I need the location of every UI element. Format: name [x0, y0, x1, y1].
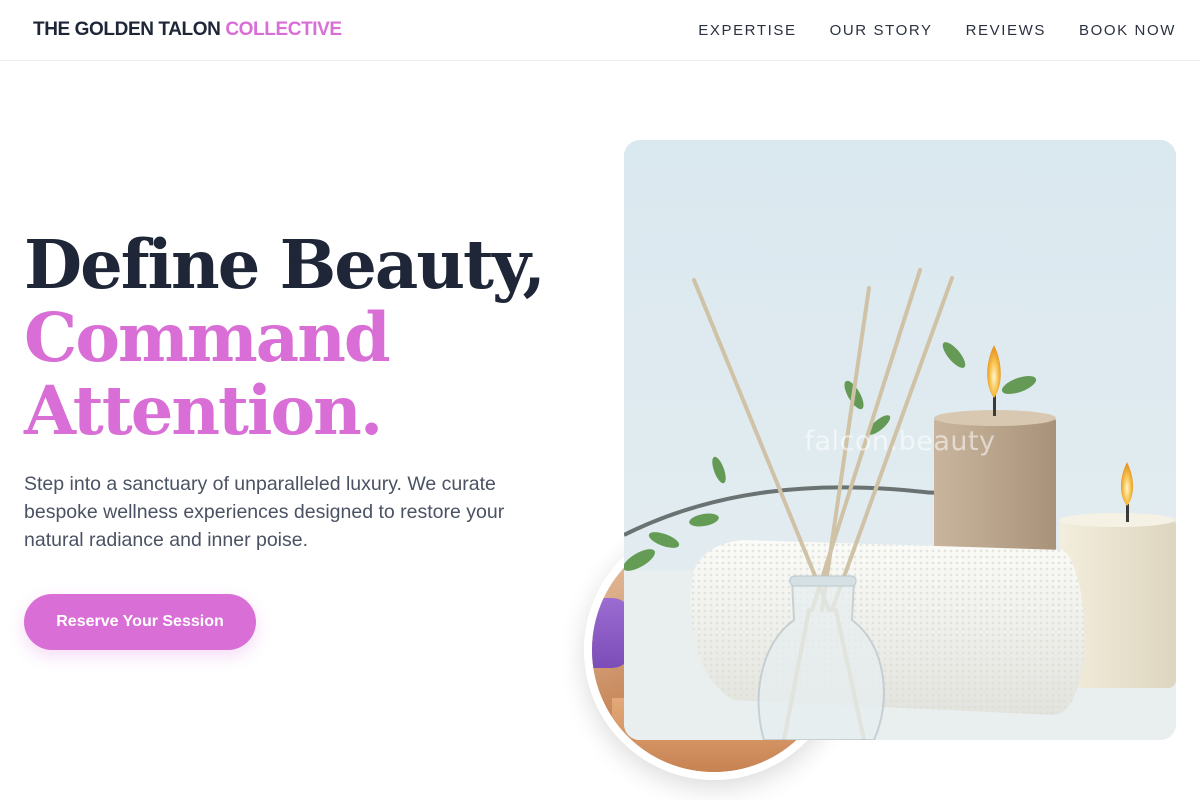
- hero-subtitle: Step into a sanctuary of unparalleled lu…: [24, 473, 505, 551]
- reserve-session-button[interactable]: Reserve Your Session: [24, 594, 256, 650]
- brand-accent: COLLECTIVE: [225, 19, 342, 40]
- nav-expertise[interactable]: EXPERTISE: [698, 22, 796, 39]
- headline-line-2: Command: [24, 298, 391, 377]
- brand-name: THE GOLDEN TALON: [33, 19, 221, 40]
- page: THE GOLDEN TALON COLLECTIVE EXPERTISE OU…: [0, 0, 1200, 800]
- main-nav: EXPERTISE OUR STORY REVIEWS BOOK NOW: [698, 22, 1176, 39]
- site-header: THE GOLDEN TALON COLLECTIVE EXPERTISE OU…: [0, 0, 1200, 61]
- headline-line-1: Define Beauty,: [24, 225, 546, 304]
- nav-reviews[interactable]: REVIEWS: [966, 22, 1046, 39]
- brand-logo[interactable]: THE GOLDEN TALON COLLECTIVE: [33, 19, 342, 41]
- image-watermark: falcon.beauty: [804, 426, 996, 457]
- hero-main-image: falcon.beauty: [624, 140, 1176, 740]
- hero-headline: Define Beauty, Command Attention.: [24, 225, 546, 450]
- headline-line-3: Attention.: [24, 371, 383, 450]
- nav-book-now[interactable]: BOOK NOW: [1079, 22, 1176, 39]
- nav-our-story[interactable]: OUR STORY: [830, 22, 933, 39]
